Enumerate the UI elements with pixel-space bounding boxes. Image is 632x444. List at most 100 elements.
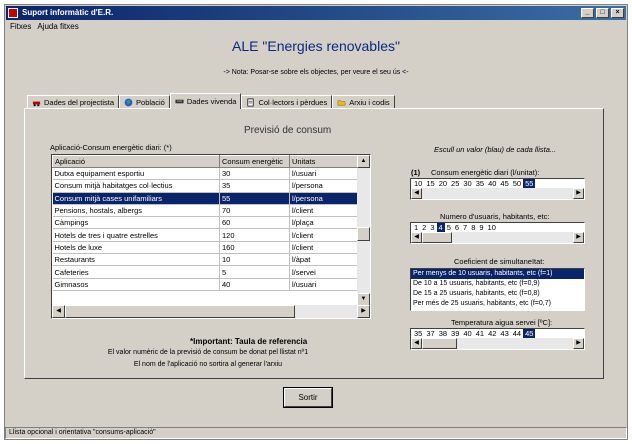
cell-aplicacio[interactable]: Càmpings [52,216,220,230]
temp-option[interactable]: 42 [486,329,498,338]
temp-option[interactable]: 38 [437,329,449,338]
cell-consum[interactable]: 30 [219,167,290,181]
temp-option[interactable]: 37 [424,329,436,338]
cell-consum[interactable]: 10 [219,253,290,267]
column-header-consum[interactable]: Consum energètic [219,155,290,168]
consum-option[interactable]: 40 [486,179,498,188]
cell-aplicacio[interactable]: Restaurants [52,253,220,267]
temp-scroll-left-icon[interactable]: ◀ [411,338,422,349]
tab-arxiu-codis[interactable]: Arxiu i codis [332,95,395,109]
menu-fitxes[interactable]: Fitxes [10,21,31,33]
scroll-up-arrow-icon[interactable]: ▲ [357,155,370,168]
consum-option[interactable]: 20 [437,179,449,188]
temp-scroll-right-icon[interactable]: ▶ [573,338,584,349]
horizontal-scroll-thumb[interactable] [65,305,295,318]
temp-option[interactable]: 40 [461,329,473,338]
temp-option[interactable]: 43 [498,329,510,338]
usuaris-option[interactable]: 5 [445,223,453,232]
usuaris-option[interactable]: 2 [420,223,428,232]
table-row[interactable]: Gimnasos 40 l/usuari [52,278,359,291]
cell-aplicacio[interactable]: Pensions, hostals, albergs [52,204,220,218]
consum-values[interactable]: 10 15 20 25 30 35 40 45 50 55 [412,179,536,188]
cell-consum[interactable]: 5 [219,265,290,279]
table-horizontal-scrollbar[interactable]: ◀ ▶ [52,305,370,318]
title-bar[interactable]: Suport informàtic d'E.R. _ □ × [6,6,626,20]
cell-aplicacio[interactable]: Consum mitjà habitatges col·lectius [52,179,220,193]
cell-unitats[interactable]: l/client [289,241,359,255]
table-row[interactable]: Consum mitjà habitatges col·lectius 35 l/p… [52,179,359,193]
temp-scroll-thumb[interactable] [422,338,457,349]
cell-unitats[interactable]: l/plaça [289,216,359,230]
usuaris-option[interactable]: 10 [486,223,498,232]
usuaris-option[interactable]: 4 [436,223,445,232]
cell-unitats[interactable]: l/usuari [289,167,359,181]
consum-scroll-left-icon[interactable]: ◀ [411,188,422,199]
tab-dades-projectista[interactable]: Dades del projectista [27,95,120,109]
table-row[interactable]: Càmpings 60 l/plaça [52,216,359,230]
column-header-unitats[interactable]: Unitats [289,155,359,168]
temp-values[interactable]: 35 37 38 39 40 41 42 43 44 45 [412,329,536,338]
consum-option[interactable]: 15 [424,179,436,188]
tab-dades-vivenda[interactable]: Dades vivenda [169,93,242,109]
table-vertical-scrollbar[interactable]: ▲ ▼ [357,155,370,306]
usuaris-option[interactable]: 3 [428,223,436,232]
consum-option[interactable]: 55 [523,179,536,188]
menu-ajuda-fitxes[interactable]: Ajuda fitxes [37,21,78,33]
minimize-button[interactable]: _ [581,8,594,18]
table-row[interactable]: Restaurants 10 l/àpat [52,253,359,267]
cell-consum[interactable]: 55 [219,192,290,205]
usuaris-selector[interactable]: 1 2 3 4 5 6 7 8 9 10 ◀ ▶ [410,222,585,244]
column-header-aplicacio[interactable]: Aplicació [52,155,220,168]
usuaris-option[interactable]: 9 [477,223,485,232]
cell-consum[interactable]: 35 [219,179,290,193]
cell-aplicacio[interactable]: Hotels de tres i quatre estrelles [52,228,220,242]
usuaris-scroll-right-icon[interactable]: ▶ [573,232,584,243]
cell-consum[interactable]: 70 [219,204,290,218]
temp-option[interactable]: 35 [412,329,424,338]
close-button[interactable]: × [611,8,624,18]
cell-unitats[interactable]: l/client [289,228,359,242]
usuaris-values[interactable]: 1 2 3 4 5 6 7 8 9 10 [412,223,498,232]
cell-aplicacio[interactable]: Hotels de luxe [52,241,220,255]
temp-option[interactable]: 39 [449,329,461,338]
cell-aplicacio[interactable]: Cafeteries [52,265,220,279]
tab-collectors-perdues[interactable]: Col·lectors i pèrdues [241,95,333,109]
consum-selector[interactable]: 10 15 20 25 30 35 40 45 50 55 ◀ ▶ [410,178,585,200]
usuaris-option[interactable]: 6 [453,223,461,232]
usuaris-scroll-left-icon[interactable]: ◀ [411,232,422,243]
usuaris-option[interactable]: 7 [461,223,469,232]
table-row[interactable]: Dutxa equipament esportiu 30 l/usuari [52,167,359,181]
table-row[interactable]: Hotels de luxe 160 l/client [52,241,359,255]
consum-option[interactable]: 10 [412,179,424,188]
temp-option[interactable]: 45 [523,329,536,338]
cell-consum[interactable]: 40 [219,278,290,291]
consum-scrollbar[interactable]: ◀ ▶ [411,188,584,199]
tab-poblacio[interactable]: Població [119,95,170,109]
cell-consum[interactable]: 60 [219,216,290,230]
cell-aplicacio[interactable]: Dutxa equipament esportiu [52,167,220,181]
consum-option[interactable]: 25 [449,179,461,188]
cell-unitats[interactable]: l/àpat [289,253,359,267]
sortir-button[interactable]: Sortir [284,388,332,407]
cell-consum[interactable]: 120 [219,228,290,242]
cell-unitats[interactable]: l/client [289,204,359,218]
consum-option[interactable]: 50 [511,179,523,188]
temp-scrollbar[interactable]: ◀ ▶ [411,338,584,349]
table-row[interactable]: Cafeteries 5 l/servei [52,265,359,279]
coef-list-item[interactable]: De 10 a 15 usuaris, habitants, etc (f=0,… [411,279,584,289]
consum-option[interactable]: 35 [474,179,486,188]
usuaris-scroll-thumb[interactable] [422,232,452,243]
table-row[interactable]: Hotels de tres i quatre estrelles 120 l/cl… [52,228,359,242]
scroll-left-arrow-icon[interactable]: ◀ [52,305,65,318]
table-row[interactable]: Consum mitjà cases unifamiliars 55 l/perso… [52,192,359,205]
temp-option[interactable]: 44 [511,329,523,338]
consum-scroll-right-icon[interactable]: ▶ [573,188,584,199]
scroll-right-arrow-icon[interactable]: ▶ [357,305,370,318]
consum-option[interactable]: 30 [461,179,473,188]
coef-list-item[interactable]: Per menys de 10 usuaris, habitants, etc … [411,269,584,279]
cell-aplicacio[interactable]: Consum mitjà cases unifamiliars [52,192,220,205]
usuaris-option[interactable]: 8 [469,223,477,232]
temp-selector[interactable]: 35 37 38 39 40 41 42 43 44 45 ◀ ▶ [410,328,585,350]
coef-list-item[interactable]: Per més de 25 usuaris, habitants, etc (f… [411,299,584,309]
consum-option[interactable]: 45 [498,179,510,188]
